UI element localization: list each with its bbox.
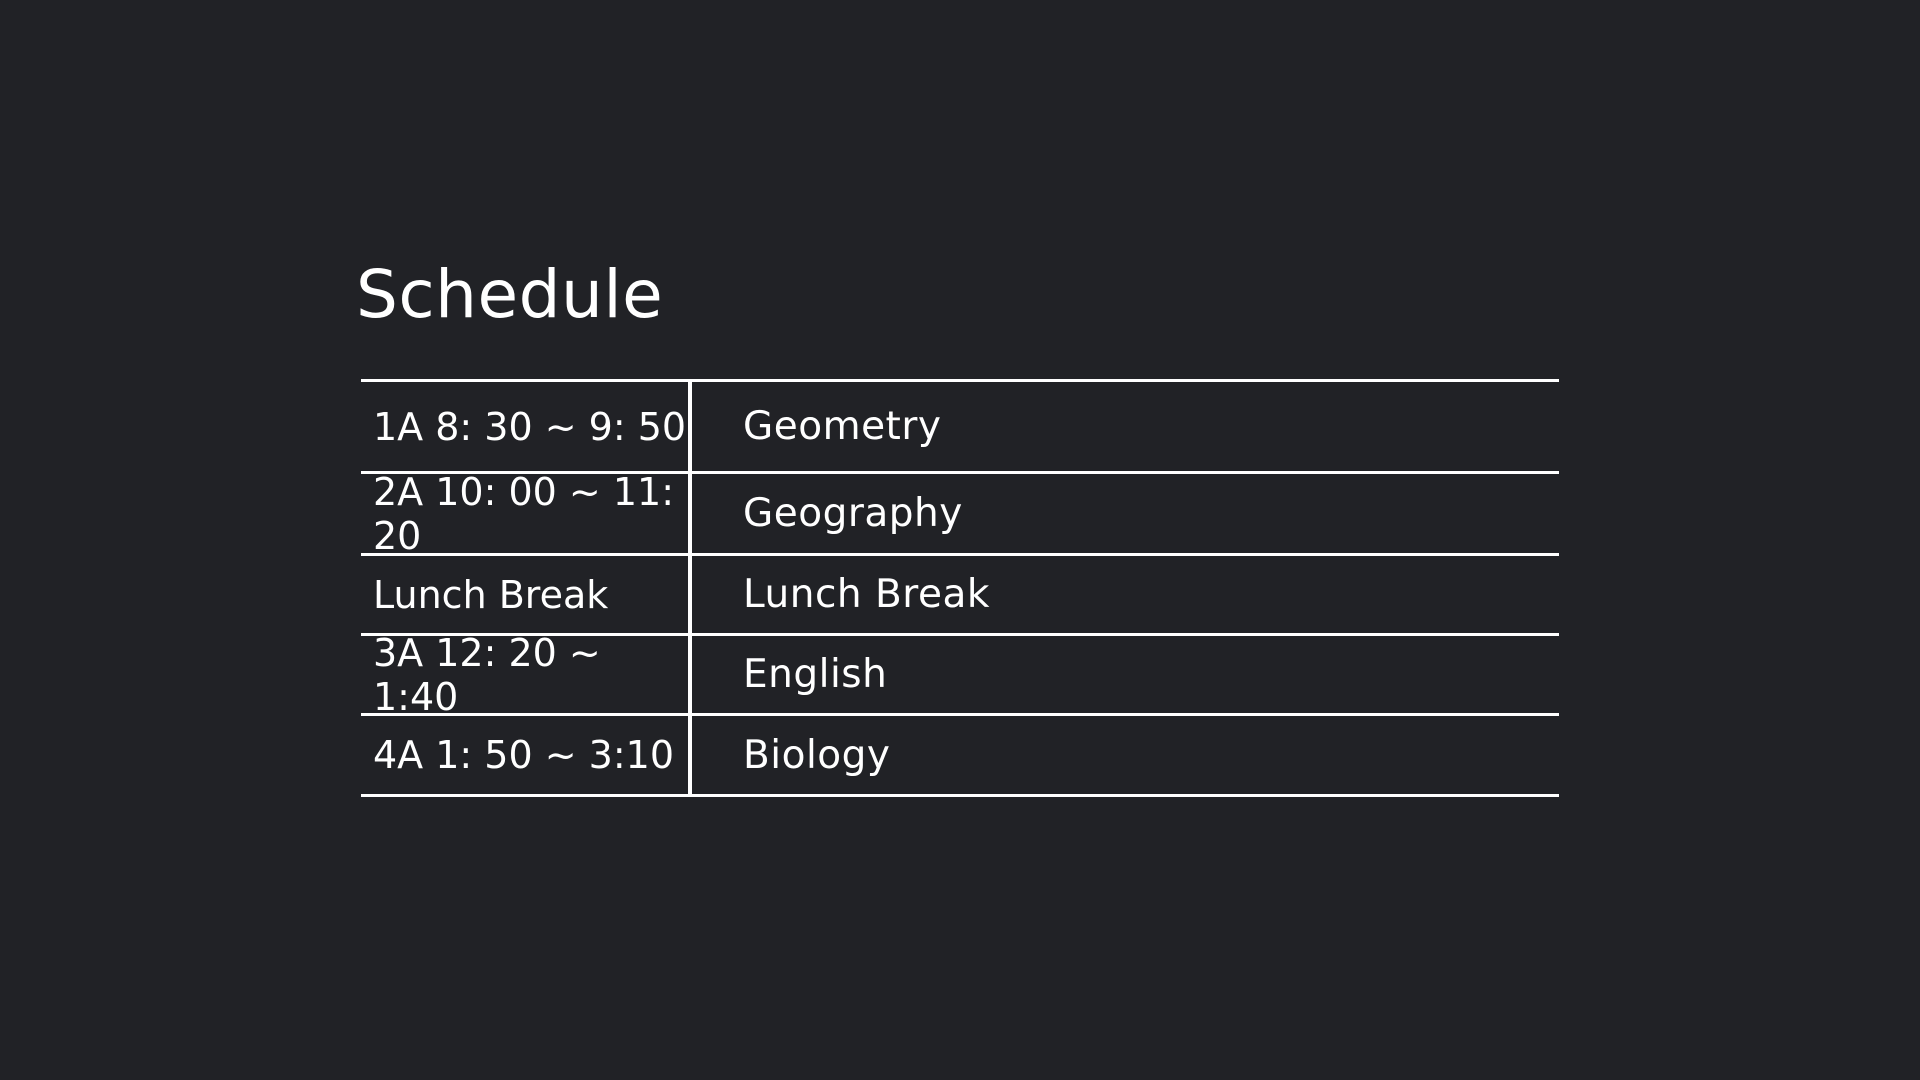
table-row: 1A 8: 30 ~ 9: 50 Geometry [361, 382, 1559, 471]
time-cell: 1A 8: 30 ~ 9: 50 [361, 382, 692, 471]
table-row: Lunch Break Lunch Break [361, 556, 1559, 633]
subject-cell: Geography [743, 491, 963, 536]
subject-cell: Biology [743, 732, 891, 778]
page-title: Schedule [356, 256, 664, 333]
schedule-table: 1A 8: 30 ~ 9: 50 Geometry 2A 10: 00 ~ 11… [361, 379, 1559, 797]
time-cell: 4A 1: 50 ~ 3:10 [361, 716, 692, 794]
table-row: 4A 1: 50 ~ 3:10 Biology [361, 716, 1559, 794]
table-bottom-rule [361, 794, 1559, 797]
subject-cell: English [743, 652, 888, 697]
subject-cell: Geometry [743, 404, 942, 449]
time-cell: 3A 12: 20 ~ 1:40 [361, 631, 692, 719]
time-cell: Lunch Break [361, 556, 692, 633]
table-row: 3A 12: 20 ~ 1:40 English [361, 631, 1559, 719]
table-row: 2A 10: 00 ~ 11: 20 Geography [361, 470, 1559, 558]
subject-cell: Lunch Break [743, 572, 990, 617]
time-cell: 2A 10: 00 ~ 11: 20 [361, 470, 692, 558]
